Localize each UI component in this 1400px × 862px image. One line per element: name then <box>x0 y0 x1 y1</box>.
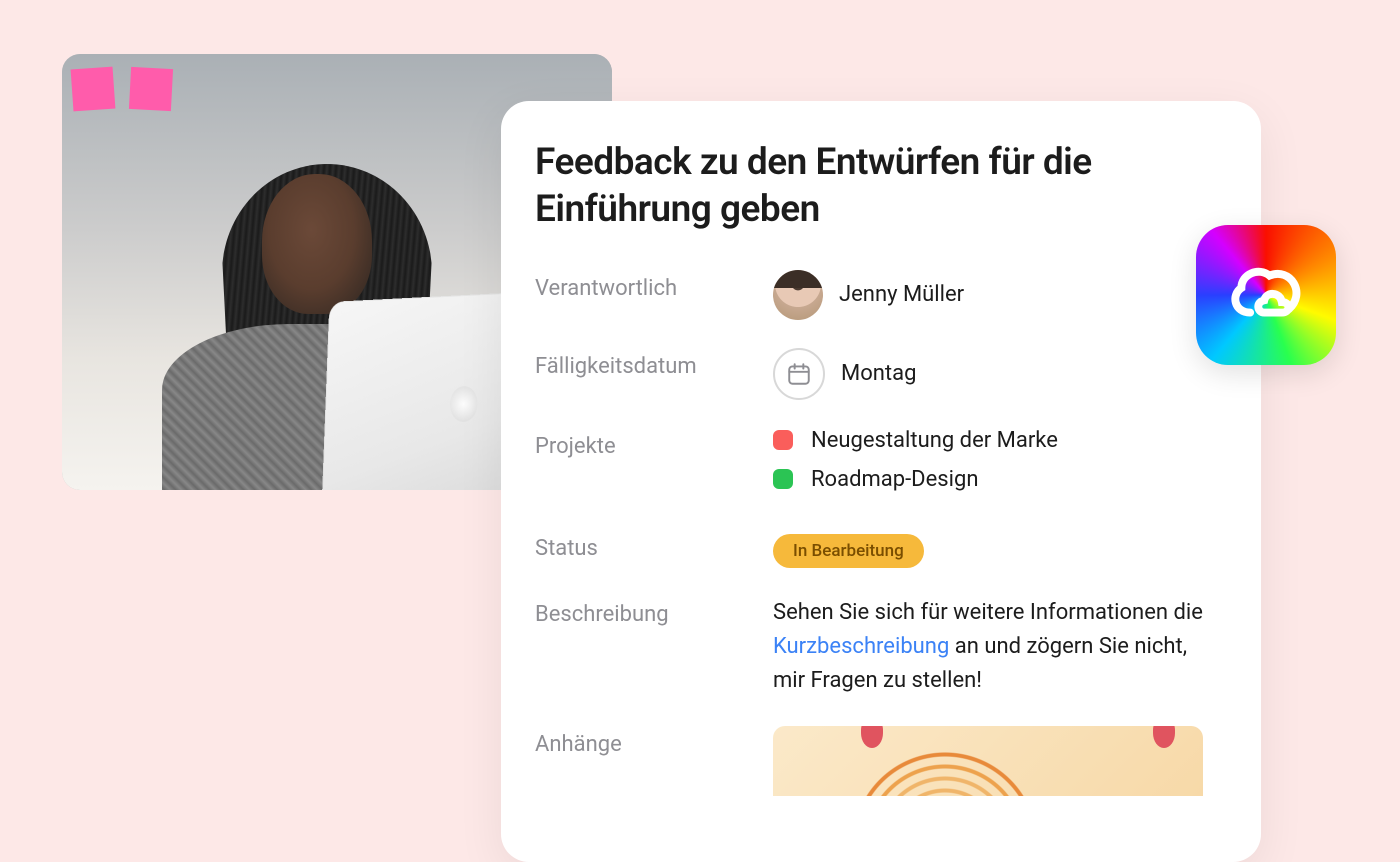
project-item[interactable]: Neugestaltung der Marke <box>773 428 1213 453</box>
person-illustration <box>102 144 482 490</box>
due-date-label: Fälligkeitsdatum <box>535 348 773 379</box>
status-badge[interactable]: In Bearbeitung <box>773 534 924 568</box>
task-title: Feedback zu den Entwürfen für die Einfüh… <box>535 139 1213 234</box>
description-link[interactable]: Kurzbeschreibung <box>773 634 949 659</box>
field-due-date: Fälligkeitsdatum Montag <box>535 348 1213 400</box>
due-date-value[interactable]: Montag <box>773 348 1213 400</box>
status-value: In Bearbeitung <box>773 534 1213 568</box>
assignee-label: Verantwortlich <box>535 270 773 301</box>
field-status: Status In Bearbeitung <box>535 534 1213 568</box>
assignee-value[interactable]: Jenny Müller <box>773 270 1213 320</box>
description-text[interactable]: Sehen Sie sich für weitere Informationen… <box>773 596 1213 698</box>
calendar-icon <box>773 348 825 400</box>
attachments-label: Anhänge <box>535 726 773 757</box>
field-description: Beschreibung Sehen Sie sich für weitere … <box>535 596 1213 698</box>
projects-label: Projekte <box>535 428 773 459</box>
sticky-note <box>129 67 173 111</box>
project-color-swatch <box>773 469 793 489</box>
projects-list: Neugestaltung der Marke Roadmap-Design <box>773 428 1213 506</box>
project-name: Roadmap-Design <box>811 467 978 492</box>
field-projects: Projekte Neugestaltung der Marke Roadmap… <box>535 428 1213 506</box>
project-name: Neugestaltung der Marke <box>811 428 1058 453</box>
adobe-creative-cloud-icon[interactable] <box>1196 225 1336 365</box>
avatar[interactable] <box>773 270 823 320</box>
due-date-text: Montag <box>841 361 916 386</box>
sticky-note <box>71 67 116 112</box>
field-assignee: Verantwortlich Jenny Müller <box>535 270 1213 320</box>
project-color-swatch <box>773 430 793 450</box>
description-pre: Sehen Sie sich für weitere Informationen… <box>773 600 1203 625</box>
project-item[interactable]: Roadmap-Design <box>773 467 1213 492</box>
description-label: Beschreibung <box>535 596 773 627</box>
task-detail-card: Feedback zu den Entwürfen für die Einfüh… <box>501 101 1261 862</box>
status-label: Status <box>535 534 773 561</box>
assignee-name: Jenny Müller <box>839 282 964 307</box>
